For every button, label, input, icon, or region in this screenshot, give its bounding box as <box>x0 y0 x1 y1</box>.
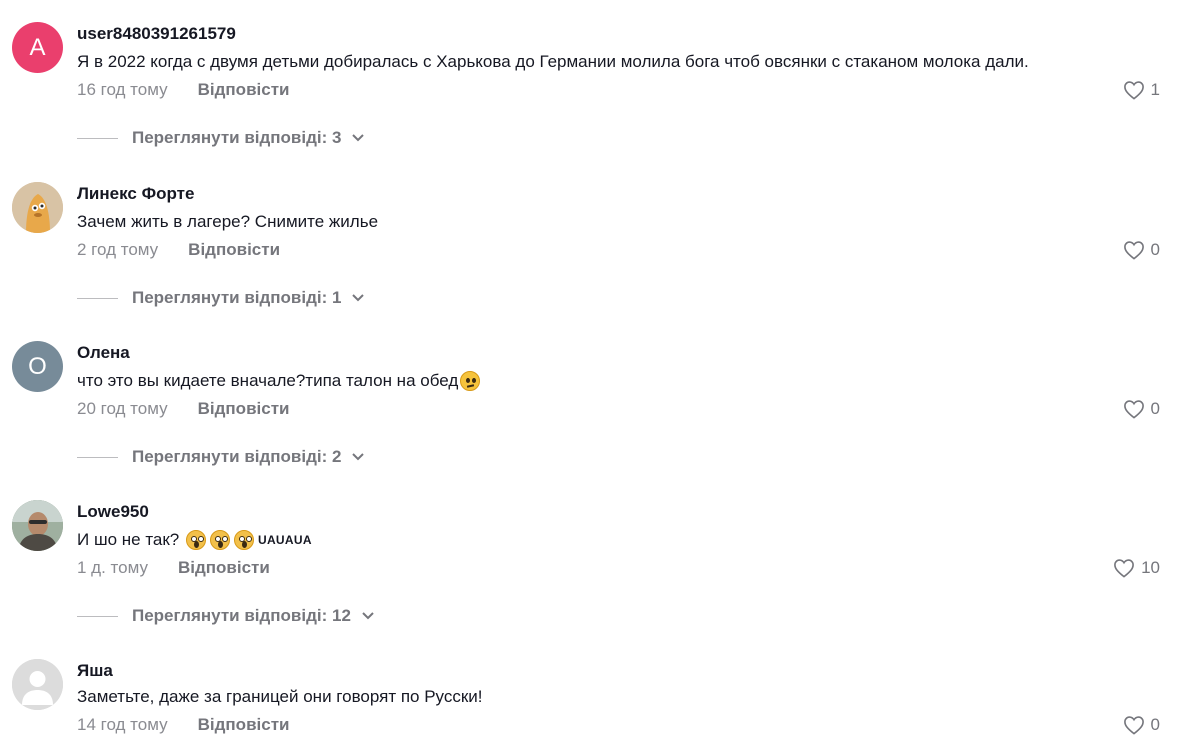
divider-line <box>77 137 118 139</box>
comment-item: A user8480391261579 Я в 2022 когда с дву… <box>0 10 1180 169</box>
view-replies-button[interactable]: Переглянути відповіді: 2 <box>77 447 365 467</box>
view-replies-label: Переглянути відповіді: 12 <box>132 606 351 625</box>
like-button[interactable]: 1 <box>1123 80 1160 100</box>
heart-icon <box>1114 559 1134 578</box>
comment-username[interactable]: Линекс Форте <box>77 184 194 204</box>
comment-time: 16 год тому <box>77 80 168 99</box>
comment-text-content: что это вы кидаете вначале?типа талон на… <box>77 371 459 390</box>
comment-text: что это вы кидаете вначале?типа талон на… <box>77 371 482 391</box>
cartoon-avatar-icon <box>12 182 63 233</box>
reply-button[interactable]: Відповісти <box>198 715 290 735</box>
comment-text: И шо не так? UAUAUA <box>77 530 312 550</box>
thinking-face-emoji-icon <box>460 371 481 391</box>
comment-meta: 14 год тому Відповісти <box>77 715 289 735</box>
comment-username[interactable]: user8480391261579 <box>77 24 236 44</box>
like-count: 0 <box>1150 240 1160 259</box>
comment-item: О Олена что это вы кидаете вначале?типа … <box>0 329 1180 488</box>
comment-text-content: И шо не так? <box>77 530 184 549</box>
reply-button[interactable]: Відповісти <box>188 240 280 260</box>
heart-icon <box>1123 400 1144 419</box>
comment-username[interactable]: Lowe950 <box>77 502 149 522</box>
like-count: 10 <box>1141 558 1160 577</box>
photo-avatar-icon <box>12 500 63 551</box>
comment-time: 1 д. тому <box>77 558 148 577</box>
divider-line <box>77 456 118 458</box>
like-count: 1 <box>1150 80 1160 99</box>
comment-item: Яша Заметьте, даже за границей они говор… <box>0 647 1180 755</box>
comment-text-content: Заметьте, даже за границей они говорят п… <box>77 687 483 706</box>
like-count: 0 <box>1150 715 1160 734</box>
avatar[interactable] <box>12 182 63 233</box>
comment-text-content: Я в 2022 когда с двумя детьми добиралась… <box>77 52 1029 71</box>
reply-button[interactable]: Відповісти <box>198 80 290 100</box>
avatar-letter: О <box>28 352 47 380</box>
comment-time: 20 год тому <box>77 399 168 418</box>
avatar[interactable] <box>12 500 63 551</box>
screaming-face-emoji-icon <box>234 530 254 550</box>
comment-text: Заметьте, даже за границей они говорят п… <box>77 687 483 707</box>
chevron-down-icon <box>352 134 365 142</box>
reply-button[interactable]: Відповісти <box>178 558 270 578</box>
comment-item: Линекс Форте Зачем жить в лагере? Снимит… <box>0 170 1180 329</box>
view-replies-button[interactable]: Переглянути відповіді: 3 <box>77 128 365 148</box>
screaming-face-emoji-icon <box>210 530 230 550</box>
heart-icon <box>1123 241 1144 260</box>
default-avatar-icon <box>12 659 63 710</box>
comment-username[interactable]: Яша <box>77 661 113 681</box>
view-replies-label: Переглянути відповіді: 3 <box>132 128 342 147</box>
chevron-down-icon <box>362 612 374 620</box>
reply-button[interactable]: Відповісти <box>198 399 290 419</box>
like-button[interactable]: 0 <box>1123 240 1160 260</box>
comment-username[interactable]: Олена <box>77 343 130 363</box>
comment-text: Зачем жить в лагере? Снимите жилье <box>77 212 378 232</box>
divider-line <box>77 615 118 617</box>
chevron-down-icon <box>352 453 365 461</box>
heart-icon <box>1123 716 1144 735</box>
comment-text: Я в 2022 когда с двумя детьми добиралась… <box>77 52 1029 72</box>
comment-meta: 2 год тому Відповісти <box>77 240 280 260</box>
avatar-letter: A <box>29 33 46 61</box>
view-replies-button[interactable]: Переглянути відповіді: 1 <box>77 288 365 308</box>
view-replies-button[interactable]: Переглянути відповіді: 12 <box>77 606 375 626</box>
avatar[interactable]: О <box>12 341 63 392</box>
avatar[interactable]: A <box>12 22 63 73</box>
avatar[interactable] <box>12 659 63 710</box>
comment-time: 14 год тому <box>77 715 168 734</box>
heart-icon <box>1123 81 1144 100</box>
divider-line <box>77 297 118 299</box>
comment-time: 2 год тому <box>77 240 159 259</box>
comment-text-content: Зачем жить в лагере? Снимите жилье <box>77 212 379 231</box>
comment-item: Lowe950 И шо не так? UAUAUA 1 д. тому Ві… <box>0 488 1180 647</box>
like-count: 0 <box>1150 399 1160 418</box>
screaming-face-emoji-icon <box>186 530 206 550</box>
view-replies-label: Переглянути відповіді: 1 <box>132 288 342 307</box>
chevron-down-icon <box>352 294 365 302</box>
comment-meta: 16 год тому Відповісти <box>77 80 289 100</box>
like-button[interactable]: 0 <box>1123 715 1160 735</box>
comment-text-suffix: UAUAUA <box>258 533 312 547</box>
like-button[interactable]: 0 <box>1123 399 1160 419</box>
comment-meta: 20 год тому Відповісти <box>77 399 289 419</box>
view-replies-label: Переглянути відповіді: 2 <box>132 447 342 466</box>
comment-meta: 1 д. тому Відповісти <box>77 558 270 578</box>
like-button[interactable]: 10 <box>1113 558 1160 578</box>
